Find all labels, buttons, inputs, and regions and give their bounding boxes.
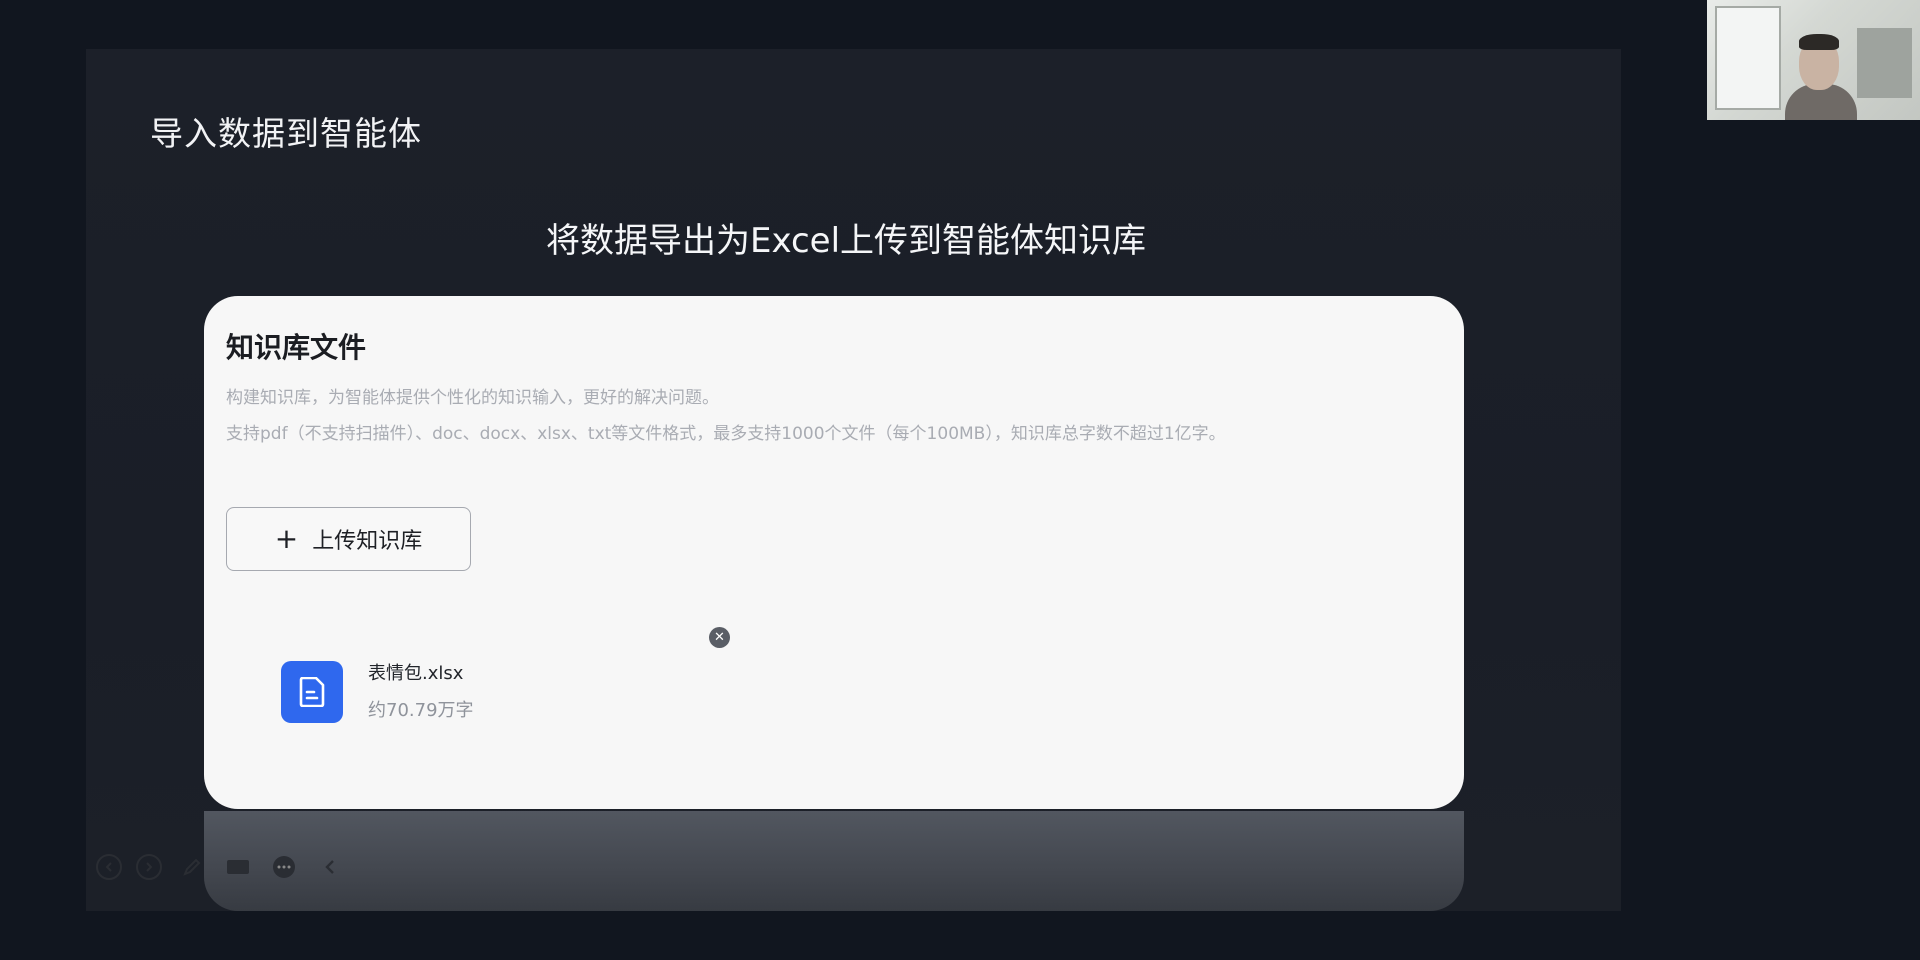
description-line-2: 支持pdf（不支持扫描件）、doc、docx、xlsx、txt等文件格式，最多支… bbox=[226, 424, 1226, 444]
plus-icon: + bbox=[274, 522, 299, 555]
previous-icon[interactable] bbox=[96, 854, 122, 880]
slide-subtitle: 将数据导出为Excel上传到智能体知识库 bbox=[545, 221, 1147, 261]
presentation-slide: 导入数据到智能体 将数据导出为Excel上传到智能体知识库 知识库文件 构建知识… bbox=[86, 49, 1621, 911]
more-icon[interactable] bbox=[268, 851, 300, 883]
upload-knowledge-base-button[interactable]: + 上传知识库 bbox=[226, 507, 471, 571]
knowledge-base-card: 知识库文件 构建知识库，为智能体提供个性化的知识输入，更好的解决问题。 支持pd… bbox=[204, 296, 1464, 809]
knowledge-base-title: 知识库文件 bbox=[226, 331, 367, 364]
collapse-icon[interactable] bbox=[314, 851, 346, 883]
webcam-preview bbox=[1707, 0, 1920, 120]
screen: 导入数据到智能体 将数据导出为Excel上传到智能体知识库 知识库文件 构建知识… bbox=[0, 0, 1920, 960]
description-line-1: 构建知识库，为智能体提供个性化的知识输入，更好的解决问题。 bbox=[226, 388, 719, 408]
document-icon bbox=[281, 661, 343, 723]
next-icon[interactable] bbox=[136, 854, 162, 880]
card-reflection bbox=[204, 811, 1464, 911]
screen-icon[interactable] bbox=[222, 851, 254, 883]
upload-button-label: 上传知识库 bbox=[312, 529, 423, 554]
presenter-toolbar bbox=[86, 841, 376, 893]
slide-title: 导入数据到智能体 bbox=[150, 114, 422, 153]
knowledge-base-description: 构建知识库，为智能体提供个性化的知识输入，更好的解决问题。 支持pdf（不支持扫… bbox=[226, 380, 1406, 452]
file-name: 表情包.xlsx bbox=[368, 663, 464, 684]
close-circle-icon[interactable]: ✕ bbox=[709, 627, 730, 648]
file-word-count: 约70.79万字 bbox=[368, 700, 474, 721]
pen-icon[interactable] bbox=[176, 851, 208, 883]
